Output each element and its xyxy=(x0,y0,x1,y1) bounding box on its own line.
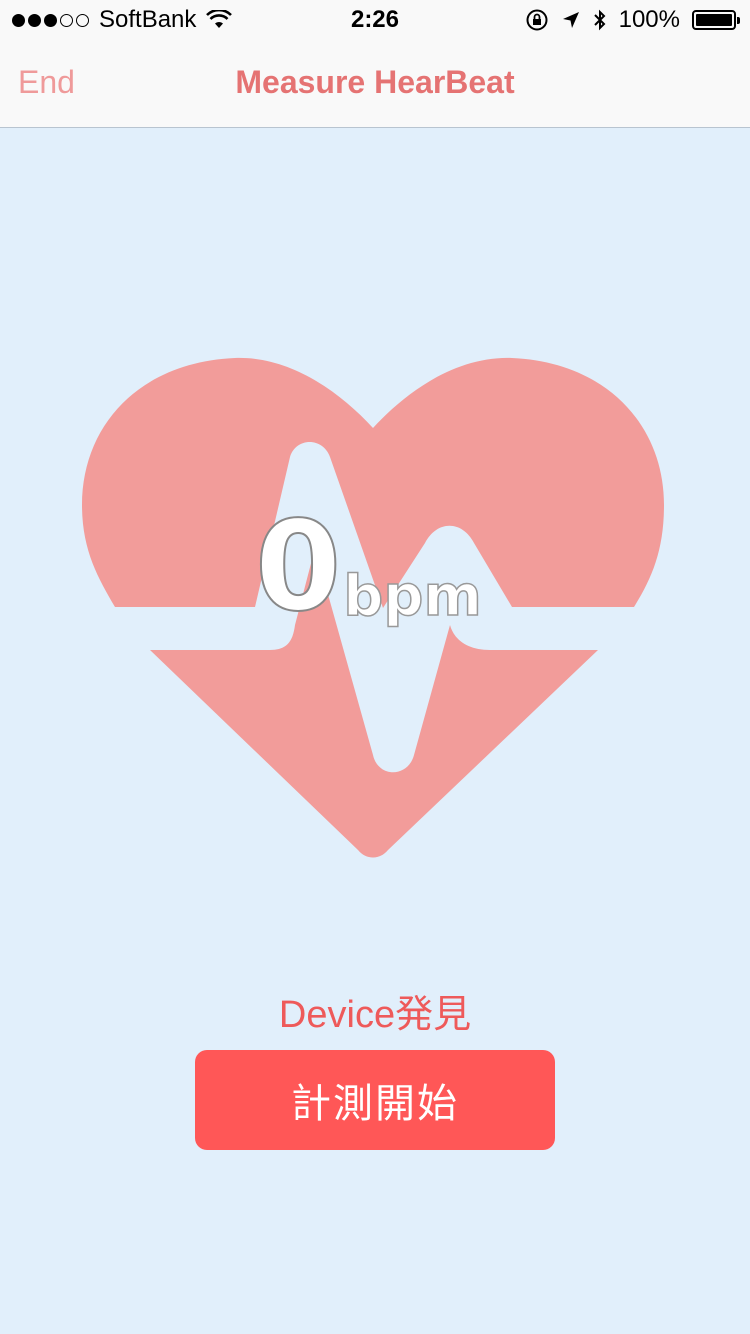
device-status-label: Device発見 xyxy=(278,994,472,1036)
start-measurement-button[interactable]: 計測開始 xyxy=(195,1050,555,1150)
bpm-value: 0 xyxy=(254,495,342,639)
heart-rate-readout: 0 bpm xyxy=(254,495,483,639)
bpm-unit: bpm xyxy=(343,564,483,629)
start-measurement-label: 計測開始 xyxy=(291,1082,459,1126)
